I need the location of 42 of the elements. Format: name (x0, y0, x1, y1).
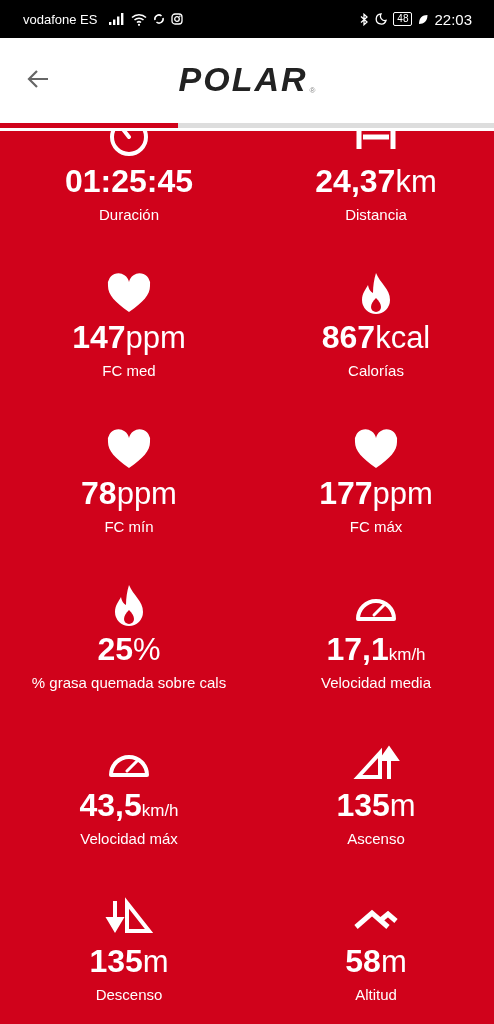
clock-time: 22:03 (434, 10, 472, 28)
metric-label: Altitud (355, 985, 397, 1005)
metric-value: 135m (336, 787, 416, 823)
metric-label: Velocidad media (320, 673, 432, 693)
sync-icon (153, 13, 166, 25)
leaf-icon (418, 13, 429, 25)
metric-label: FC med (102, 361, 156, 381)
metric-label: Distancia (345, 205, 407, 225)
heart-icon (105, 427, 153, 471)
metric-value: 135m (89, 943, 169, 979)
metric-label: % grasa quemada sobre cals (31, 673, 227, 693)
metric-label: Ascenso (347, 829, 405, 849)
metric-value: 43,5km/h (79, 787, 179, 823)
wifi-icon (131, 12, 148, 26)
gauge-icon (109, 755, 149, 777)
battery-level: 48 (393, 12, 413, 26)
metric-value: 867kcal (321, 319, 431, 355)
metric-value: 58m (345, 943, 407, 979)
moon-icon (375, 13, 388, 25)
metric-label: FC mín (104, 517, 154, 537)
metric-label: Duración (99, 205, 159, 225)
signal-icon (109, 13, 126, 25)
metric-value: 78ppm (81, 475, 177, 511)
metric-value: 177ppm (319, 475, 433, 511)
heart-icon (105, 271, 153, 315)
brand-logo: POLAR (178, 61, 308, 97)
carrier-name: vodafone ES (23, 11, 98, 27)
metric-value: 147ppm (72, 319, 186, 355)
metric-value: 25% (97, 631, 161, 667)
heart-icon (352, 427, 400, 471)
metric-value: 24,37km (315, 163, 437, 199)
camera-icon (171, 13, 184, 25)
metric-label: Descenso (95, 985, 163, 1005)
metric-label: Calorías (348, 361, 404, 381)
bluetooth-icon (360, 12, 370, 26)
gauge-icon (356, 599, 396, 621)
metric-value: 17,1km/h (326, 631, 426, 667)
metric-label: FC máx (349, 517, 403, 537)
metric-label: Velocidad máx (80, 829, 178, 849)
back-arrow-icon (26, 69, 50, 89)
metric-value: 01:25:45 (64, 163, 194, 199)
registered-mark: ® (309, 85, 316, 97)
